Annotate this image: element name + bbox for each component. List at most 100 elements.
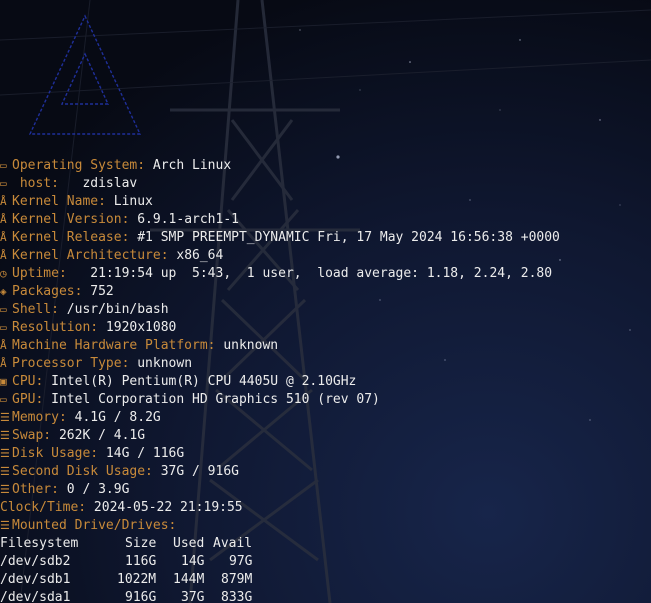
info-value: /usr/bin/bash (66, 302, 169, 317)
package-icon: ◈ (0, 285, 7, 298)
info-value: unknown (137, 356, 193, 371)
tux-icon: Å (0, 339, 7, 352)
info-label: Kernel Version: (12, 212, 130, 227)
info-label: GPU: (12, 392, 44, 407)
info-line: ☰ Other: 0 / 3.9G (0, 481, 129, 499)
info-line: Å Machine Hardware Platform: unknown (0, 337, 278, 355)
info-value: 0 / 3.9G (66, 482, 130, 497)
info-line: ▭ host: zdislav (0, 175, 137, 193)
disk-icon: ☰ (0, 465, 10, 478)
terminal-output: ▭ Operating System: Arch Linux ▭ host: zdi… (0, 0, 651, 603)
tux-icon: Å (0, 357, 7, 370)
info-label: Packages: (12, 284, 83, 299)
info-label: Clock/Time: (0, 500, 87, 515)
info-line: ▭ GPU: Intel Corporation HD Graphics 510 … (0, 391, 380, 409)
info-value: x86_64 (176, 248, 224, 263)
info-line: ▭ Resolution: 1920x1080 (0, 319, 176, 337)
cpu-icon: ▣ (0, 375, 7, 388)
info-label: Operating System: (12, 158, 146, 173)
tux-icon: Å (0, 249, 7, 262)
info-value: #1 SMP PREEMPT_DYNAMIC Fri, 17 May 2024 … (137, 230, 560, 245)
disk-icon: ☰ (0, 483, 10, 496)
info-line: Å Kernel Version: 6.9.1-arch1-1 (0, 211, 239, 229)
info-line: ◈ Packages: 752 (0, 283, 114, 301)
info-label: Swap: (12, 428, 52, 443)
df-cell-used: 14G (181, 554, 205, 569)
df-cell-filesystem: /dev/sdb1 (0, 572, 71, 587)
info-line: ☰ Second Disk Usage: 37G / 916G (0, 463, 239, 481)
info-label: CPU: (12, 374, 44, 389)
info-line: ☰ Mounted Drive/Drives: (0, 517, 184, 535)
info-label: Kernel Architecture: (12, 248, 169, 263)
info-label: Machine Hardware Platform: (12, 338, 216, 353)
info-label: Mounted Drive/Drives: (12, 518, 177, 533)
info-label: Resolution: (12, 320, 99, 335)
info-value: 6.9.1-arch1-1 (137, 212, 239, 227)
df-cell-filesystem: /dev/sda1 (0, 590, 71, 603)
info-value: 4.1G / 8.2G (74, 410, 161, 425)
memory-icon: ☰ (0, 429, 10, 442)
info-line: Å Kernel Name: Linux (0, 193, 153, 211)
info-label: host: (12, 176, 59, 191)
df-cell-size: 916G (125, 590, 157, 603)
info-label: Memory: (12, 410, 67, 425)
info-value: 14G / 116G (105, 446, 185, 461)
info-label: Other: (12, 482, 59, 497)
info-line: Å Kernel Architecture: x86_64 (0, 247, 223, 265)
df-row: /dev/sdb1 1022M 144M 879M (0, 571, 252, 589)
info-value: Arch Linux (152, 158, 232, 173)
clock-icon: ◷ (0, 267, 7, 280)
df-cell-used: 144M (173, 572, 205, 587)
info-line: ▭ Operating System: Arch Linux (0, 157, 231, 175)
info-value: Intel(R) Pentium(R) CPU 4405U @ 2.10GHz (51, 374, 357, 389)
tux-icon: Å (0, 231, 7, 244)
info-label: Second Disk Usage: (12, 464, 153, 479)
info-value: 752 (90, 284, 114, 299)
info-value: Linux (113, 194, 153, 209)
df-cell-filesystem: /dev/sdb2 (0, 554, 71, 569)
info-line: Å Processor Type: unknown (0, 355, 192, 373)
info-line: ☰ Disk Usage: 14G / 116G (0, 445, 184, 463)
info-label: Uptime: (12, 266, 67, 281)
df-cell-size: 1022M (117, 572, 157, 587)
monitor-icon: ▭ (0, 159, 7, 172)
info-value: 2024-05-22 21:19:55 (93, 500, 243, 515)
df-cell-size: 116G (125, 554, 157, 569)
df-row: /dev/sda1 916G 37G 833G (0, 589, 252, 603)
gpu-icon: ▭ (0, 393, 7, 406)
info-value: unknown (223, 338, 279, 353)
info-line: ▭ Shell: /usr/bin/bash (0, 301, 169, 319)
info-label: Kernel Release: (12, 230, 130, 245)
info-value: 37G / 916G (160, 464, 239, 479)
disk-icon: ☰ (0, 447, 10, 460)
info-line: ☰ Memory: 4.1G / 8.2G (0, 409, 161, 427)
info-value: Intel Corporation HD Graphics 510 (rev 0… (51, 392, 380, 407)
memory-icon: ☰ (0, 411, 10, 424)
info-label: Disk Usage: (12, 446, 99, 461)
info-value: 1920x1080 (105, 320, 177, 335)
tux-icon: Å (0, 213, 7, 226)
df-header-avail: Avail (213, 536, 253, 551)
monitor-icon: ▭ (0, 321, 7, 334)
monitor-icon: ▭ (0, 177, 7, 190)
df-row: /dev/sdb2 116G 14G 97G (0, 553, 252, 571)
df-cell-avail: 879M (221, 572, 253, 587)
df-cell-avail: 833G (221, 590, 253, 603)
info-value: zdislav (66, 176, 138, 191)
df-header-size: Size (125, 536, 157, 551)
info-line: Clock/Time: 2024-05-22 21:19:55 (0, 499, 243, 517)
df-header-used: Used (173, 536, 205, 551)
df-header-filesystem: Filesystem (0, 536, 79, 551)
tux-icon: Å (0, 195, 7, 208)
info-label: Processor Type: (12, 356, 130, 371)
disk-icon: ☰ (0, 519, 10, 532)
info-line: ◷ Uptime: 21:19:54 up 5:43, 1 user, load … (0, 265, 552, 283)
info-value: 262K / 4.1G (58, 428, 146, 443)
info-line: Å Kernel Release: #1 SMP PREEMPT_DYNAMIC … (0, 229, 560, 247)
info-label: Shell: (12, 302, 59, 317)
info-line: ☰ Swap: 262K / 4.1G (0, 427, 145, 445)
terminal-icon: ▭ (0, 303, 7, 316)
info-label: Kernel Name: (12, 194, 106, 209)
df-cell-avail: 97G (229, 554, 253, 569)
df-cell-used: 37G (181, 590, 205, 603)
